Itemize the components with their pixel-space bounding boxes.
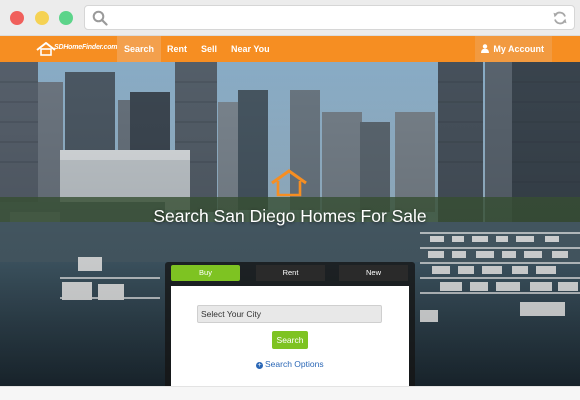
search-widget: Buy Rent New Select Your City Search + Se… <box>165 262 415 386</box>
browser-window: SDHomeFinder.com Search Rent Sell Near Y… <box>0 0 580 400</box>
search-options-label: Search Options <box>265 359 324 369</box>
search-panel: Select Your City Search + Search Options <box>171 286 409 386</box>
tab-buy[interactable]: Buy <box>171 265 240 281</box>
search-options-link[interactable]: + Search Options <box>256 359 324 369</box>
nav-near-you[interactable]: Near You <box>224 36 277 62</box>
reload-icon[interactable] <box>552 10 568 26</box>
nav-sell[interactable]: Sell <box>194 36 224 62</box>
site-logo[interactable]: SDHomeFinder.com <box>36 39 118 59</box>
hero-title: Search San Diego Homes For Sale <box>153 206 427 226</box>
tab-new[interactable]: New <box>339 265 408 281</box>
logo-text: SDHomeFinder.com <box>54 44 118 51</box>
listing-type-tabs: Buy Rent New <box>171 265 409 281</box>
my-account-label: My Account <box>493 44 544 54</box>
address-bar[interactable] <box>84 5 575 30</box>
nav-search[interactable]: Search <box>117 36 162 62</box>
close-window-button[interactable] <box>10 11 24 25</box>
user-icon <box>481 44 490 53</box>
search-icon <box>92 10 108 26</box>
hero-banner: Search San Diego Homes For Sale Buy Rent… <box>0 62 580 386</box>
browser-toolbar <box>0 0 580 36</box>
house-logo-icon <box>36 42 56 56</box>
house-logo-icon <box>271 169 307 197</box>
my-account-button[interactable]: My Account <box>475 36 552 62</box>
tab-rent[interactable]: Rent <box>256 265 325 281</box>
site-navbar: SDHomeFinder.com Search Rent Sell Near Y… <box>0 36 580 62</box>
maximize-window-button[interactable] <box>59 11 73 25</box>
plus-circle-icon: + <box>256 362 263 369</box>
page-content-edge <box>0 386 580 400</box>
city-select[interactable]: Select Your City <box>197 305 382 323</box>
minimize-window-button[interactable] <box>35 11 49 25</box>
search-button[interactable]: Search <box>272 331 308 349</box>
nav-rent[interactable]: Rent <box>160 36 194 62</box>
